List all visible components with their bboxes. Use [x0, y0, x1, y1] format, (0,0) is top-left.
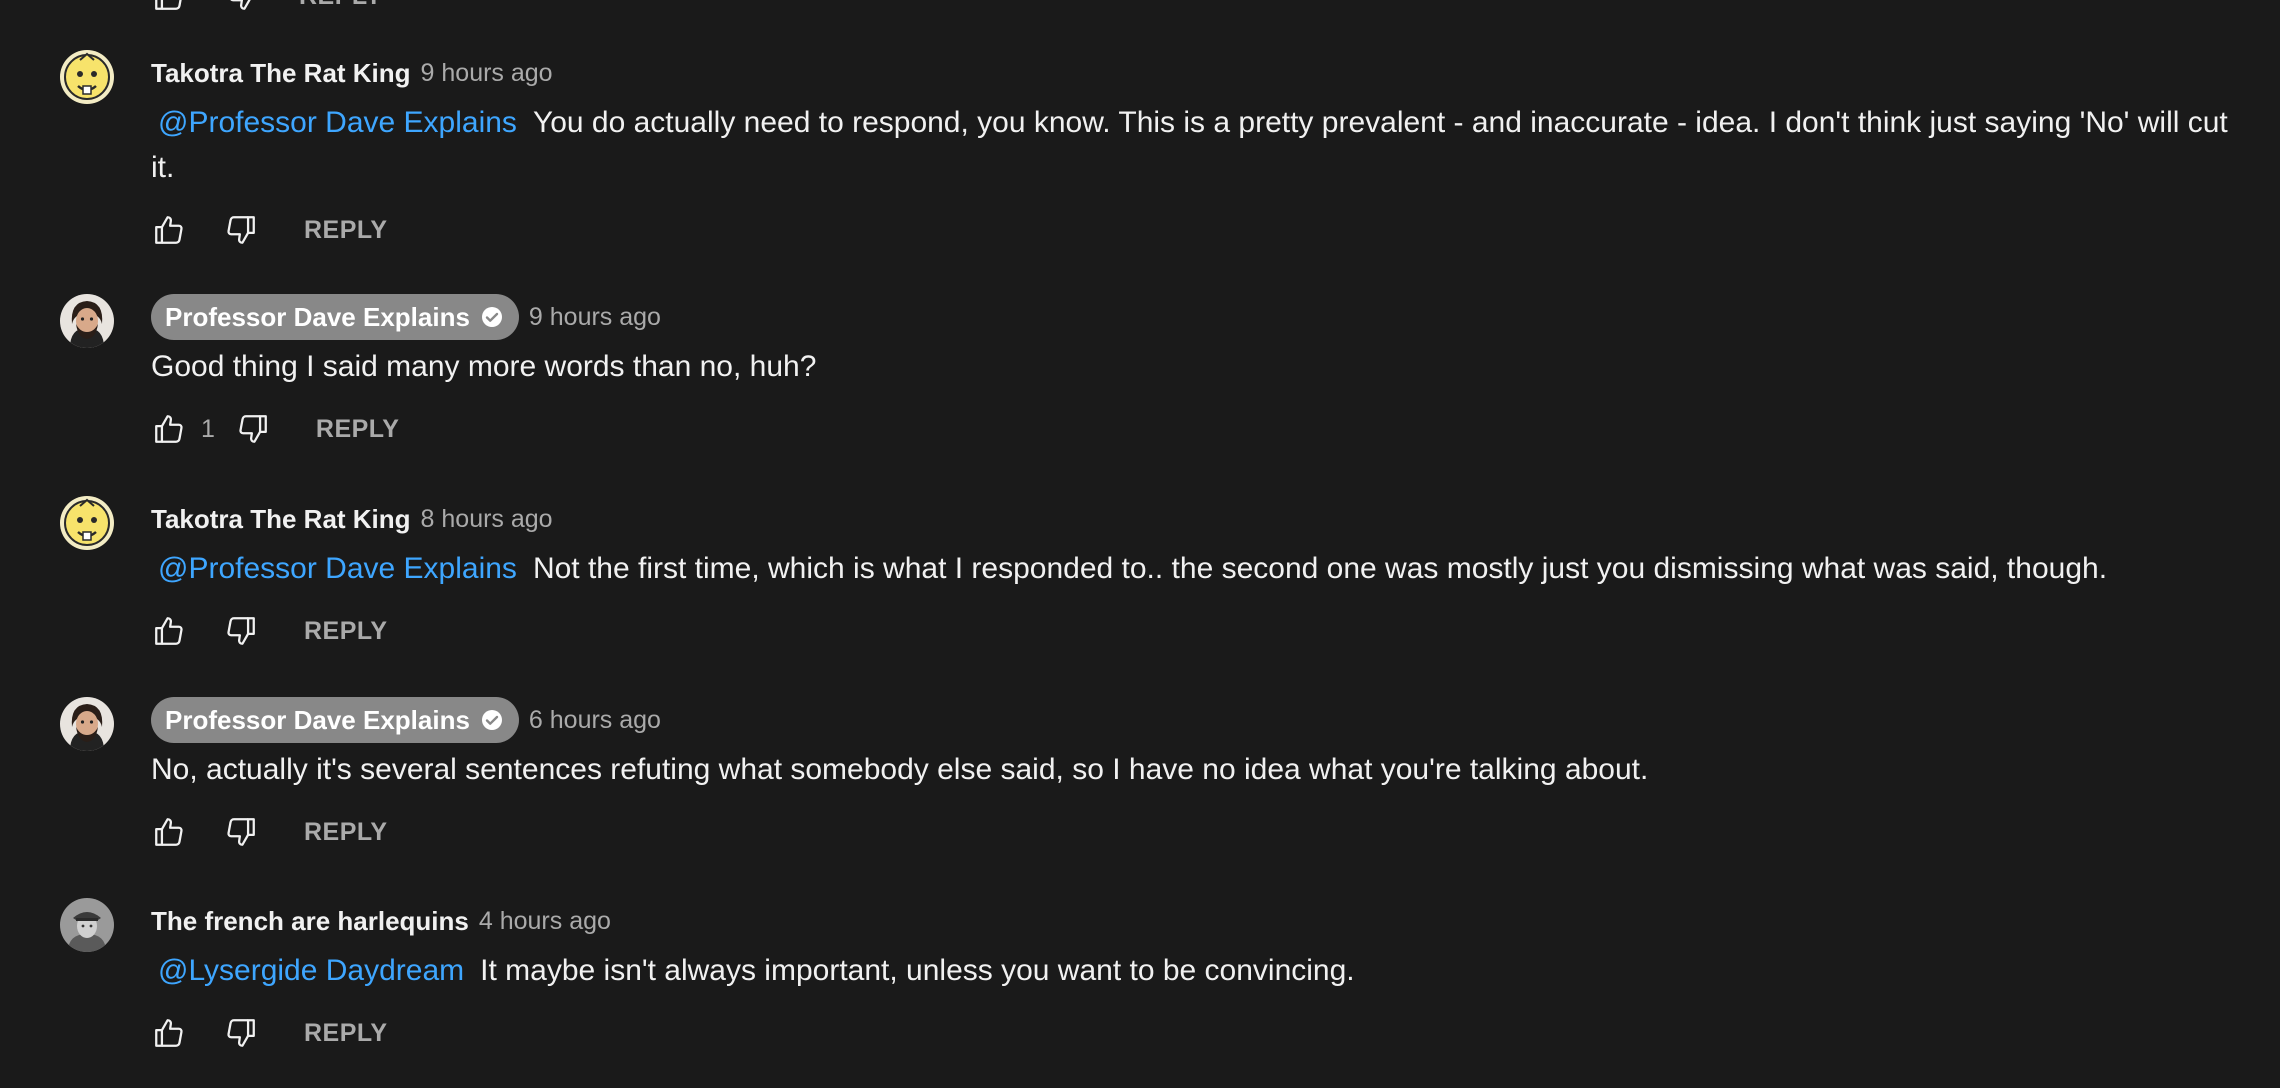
comment-text: @Professor Dave Explains Not the first ti…	[151, 546, 2240, 591]
author-name: Professor Dave Explains	[165, 704, 470, 735]
comment-timestamp[interactable]: 6 hours ago	[529, 706, 661, 735]
author-name: Professor Dave Explains	[165, 301, 470, 332]
verified-check-icon	[480, 305, 504, 329]
mention-link[interactable]: @Lysergide Daydream	[158, 954, 464, 987]
comment-header: The french are harlequins 4 hours ago	[151, 898, 2240, 944]
reply-button[interactable]: REPLY	[316, 415, 400, 444]
comment-timestamp[interactable]: 8 hours ago	[421, 505, 553, 534]
comment-text: Good thing I said many more words than n…	[151, 344, 2240, 389]
comment-body: Not the first time, which is what I resp…	[532, 552, 2108, 585]
thumbs-down-icon[interactable]	[223, 212, 259, 248]
thumbs-down-icon[interactable]	[223, 1015, 259, 1051]
reply-button[interactable]: REPLY	[304, 617, 388, 646]
comment-actions: 1 REPLY	[151, 409, 2240, 449]
avatar[interactable]	[60, 294, 114, 348]
avatar[interactable]	[60, 50, 114, 104]
comment-header: Professor Dave Explains 9 hours ago	[151, 294, 2240, 340]
mention-link[interactable]: @Professor Dave Explains	[158, 106, 517, 139]
reply-button[interactable]: REPLY	[299, 0, 383, 11]
thumbs-up-icon[interactable]	[151, 0, 187, 14]
thumbs-down-icon[interactable]	[223, 613, 259, 649]
comment-text: @Lysergide Daydream It maybe isn't always…	[151, 948, 2240, 993]
comment-body: It maybe isn't always important, unless …	[480, 954, 1355, 987]
comment-header: Takotra The Rat King 9 hours ago	[151, 50, 2240, 96]
comment-timestamp[interactable]: 9 hours ago	[529, 303, 661, 332]
thumbs-down-icon[interactable]	[235, 411, 271, 447]
thumbs-up-icon[interactable]	[151, 212, 187, 248]
reply-button[interactable]: REPLY	[304, 818, 388, 847]
comment-timestamp[interactable]: 9 hours ago	[421, 59, 553, 88]
comment-actions: REPLY	[151, 1013, 2240, 1053]
author-name[interactable]: The french are harlequins	[151, 906, 469, 937]
thumbs-up-icon[interactable]	[151, 613, 187, 649]
thumbs-up-icon[interactable]	[151, 1015, 187, 1051]
comment-body: Good thing I said many more words than n…	[151, 350, 817, 383]
author-chip[interactable]: Professor Dave Explains	[151, 294, 519, 340]
comment-text: @Professor Dave Explains You do actually …	[151, 100, 2240, 190]
reply-button[interactable]: REPLY	[304, 216, 388, 245]
comment-header: Professor Dave Explains 6 hours ago	[151, 697, 2240, 743]
thumbs-up-icon[interactable]	[151, 411, 187, 447]
verified-check-icon	[480, 708, 504, 732]
comment-timestamp[interactable]: 4 hours ago	[479, 907, 611, 936]
comment-thread: REPLY Takotra The Rat King 9 hours ago @…	[0, 0, 2280, 1088]
mention-link[interactable]: @Professor Dave Explains	[158, 552, 517, 585]
avatar[interactable]	[60, 898, 114, 952]
reply-button[interactable]: REPLY	[304, 1019, 388, 1048]
thumbs-down-icon[interactable]	[223, 814, 259, 850]
thumbs-up-icon[interactable]	[151, 814, 187, 850]
thumbs-down-icon[interactable]	[225, 0, 261, 14]
comment-actions: REPLY	[151, 611, 2240, 651]
comment-body: No, actually it's several sentences refu…	[151, 753, 1649, 786]
avatar[interactable]	[60, 697, 114, 751]
avatar[interactable]	[60, 496, 114, 550]
comment-actions: REPLY	[151, 210, 2240, 250]
like-count: 1	[201, 414, 215, 443]
author-name[interactable]: Takotra The Rat King	[151, 504, 411, 535]
prev-comment-actions: REPLY	[151, 0, 383, 14]
comment-text: No, actually it's several sentences refu…	[151, 747, 2240, 792]
author-chip[interactable]: Professor Dave Explains	[151, 697, 519, 743]
author-name[interactable]: Takotra The Rat King	[151, 58, 411, 89]
comment-header: Takotra The Rat King 8 hours ago	[151, 496, 2240, 542]
comment-actions: REPLY	[151, 812, 2240, 852]
